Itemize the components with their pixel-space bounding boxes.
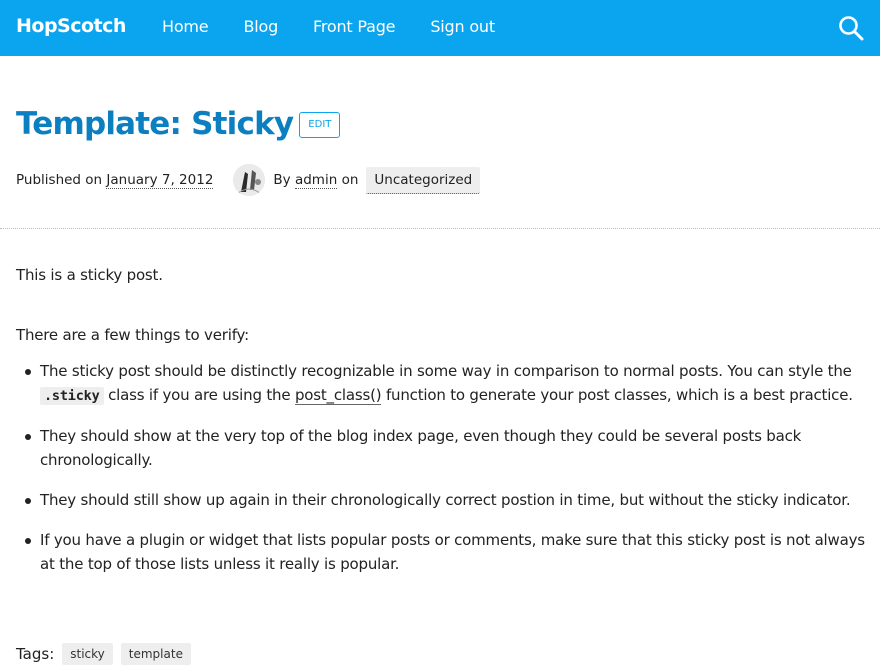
list-item-text: function to generate your post classes, … xyxy=(385,386,853,404)
author-link[interactable]: admin xyxy=(294,172,338,189)
verify-list: The sticky post should be distinctly rec… xyxy=(16,359,876,576)
nav-item-blog[interactable]: Blog xyxy=(243,17,278,36)
post-tags: Tags: sticky template xyxy=(16,643,191,665)
divider xyxy=(0,228,880,229)
tags-label: Tags: xyxy=(16,645,55,663)
verify-heading: There are a few things to verify: xyxy=(16,326,249,344)
main-nav: Home Blog Front Page Sign out xyxy=(162,17,530,36)
site-logo[interactable]: HopScotch xyxy=(16,15,126,37)
intro-text: This is a sticky post. xyxy=(16,266,163,284)
list-item-text: class if you are using the xyxy=(108,386,291,404)
list-item: The sticky post should be distinctly rec… xyxy=(16,359,876,408)
by-label: By xyxy=(273,172,291,188)
post-class-link[interactable]: post_class() xyxy=(294,386,382,405)
nav-item-sign-out[interactable]: Sign out xyxy=(430,17,495,36)
list-item: They should still show up again in their… xyxy=(16,488,876,512)
category-link[interactable]: Uncategorized xyxy=(366,166,481,194)
avatar xyxy=(233,164,266,196)
post-meta: Published on January 7, 2012 By admin on… xyxy=(16,164,481,196)
tag-template[interactable]: template xyxy=(120,643,191,665)
list-item-text: The sticky post should be distinctly rec… xyxy=(40,362,852,380)
post-content: This is a sticky post. There are a few t… xyxy=(16,263,876,592)
edit-button[interactable]: EDIT xyxy=(299,112,341,138)
list-item: If you have a plugin or widget that list… xyxy=(16,528,876,576)
nav-item-home[interactable]: Home xyxy=(162,17,209,36)
on-label: on xyxy=(341,172,359,188)
sticky-code: .sticky xyxy=(40,387,104,405)
search-icon[interactable] xyxy=(838,15,864,41)
list-item: They should show at the very top of the … xyxy=(16,424,876,472)
page-title: Template: Sticky xyxy=(16,106,294,142)
nav-item-front-page[interactable]: Front Page xyxy=(313,17,395,36)
published-label: Published on xyxy=(16,172,103,188)
tag-sticky[interactable]: sticky xyxy=(62,643,113,665)
site-header: HopScotch Home Blog Front Page Sign out xyxy=(0,0,880,56)
post-date-link[interactable]: January 7, 2012 xyxy=(106,172,214,189)
post-title-row: Template: Sticky EDIT xyxy=(16,104,341,144)
